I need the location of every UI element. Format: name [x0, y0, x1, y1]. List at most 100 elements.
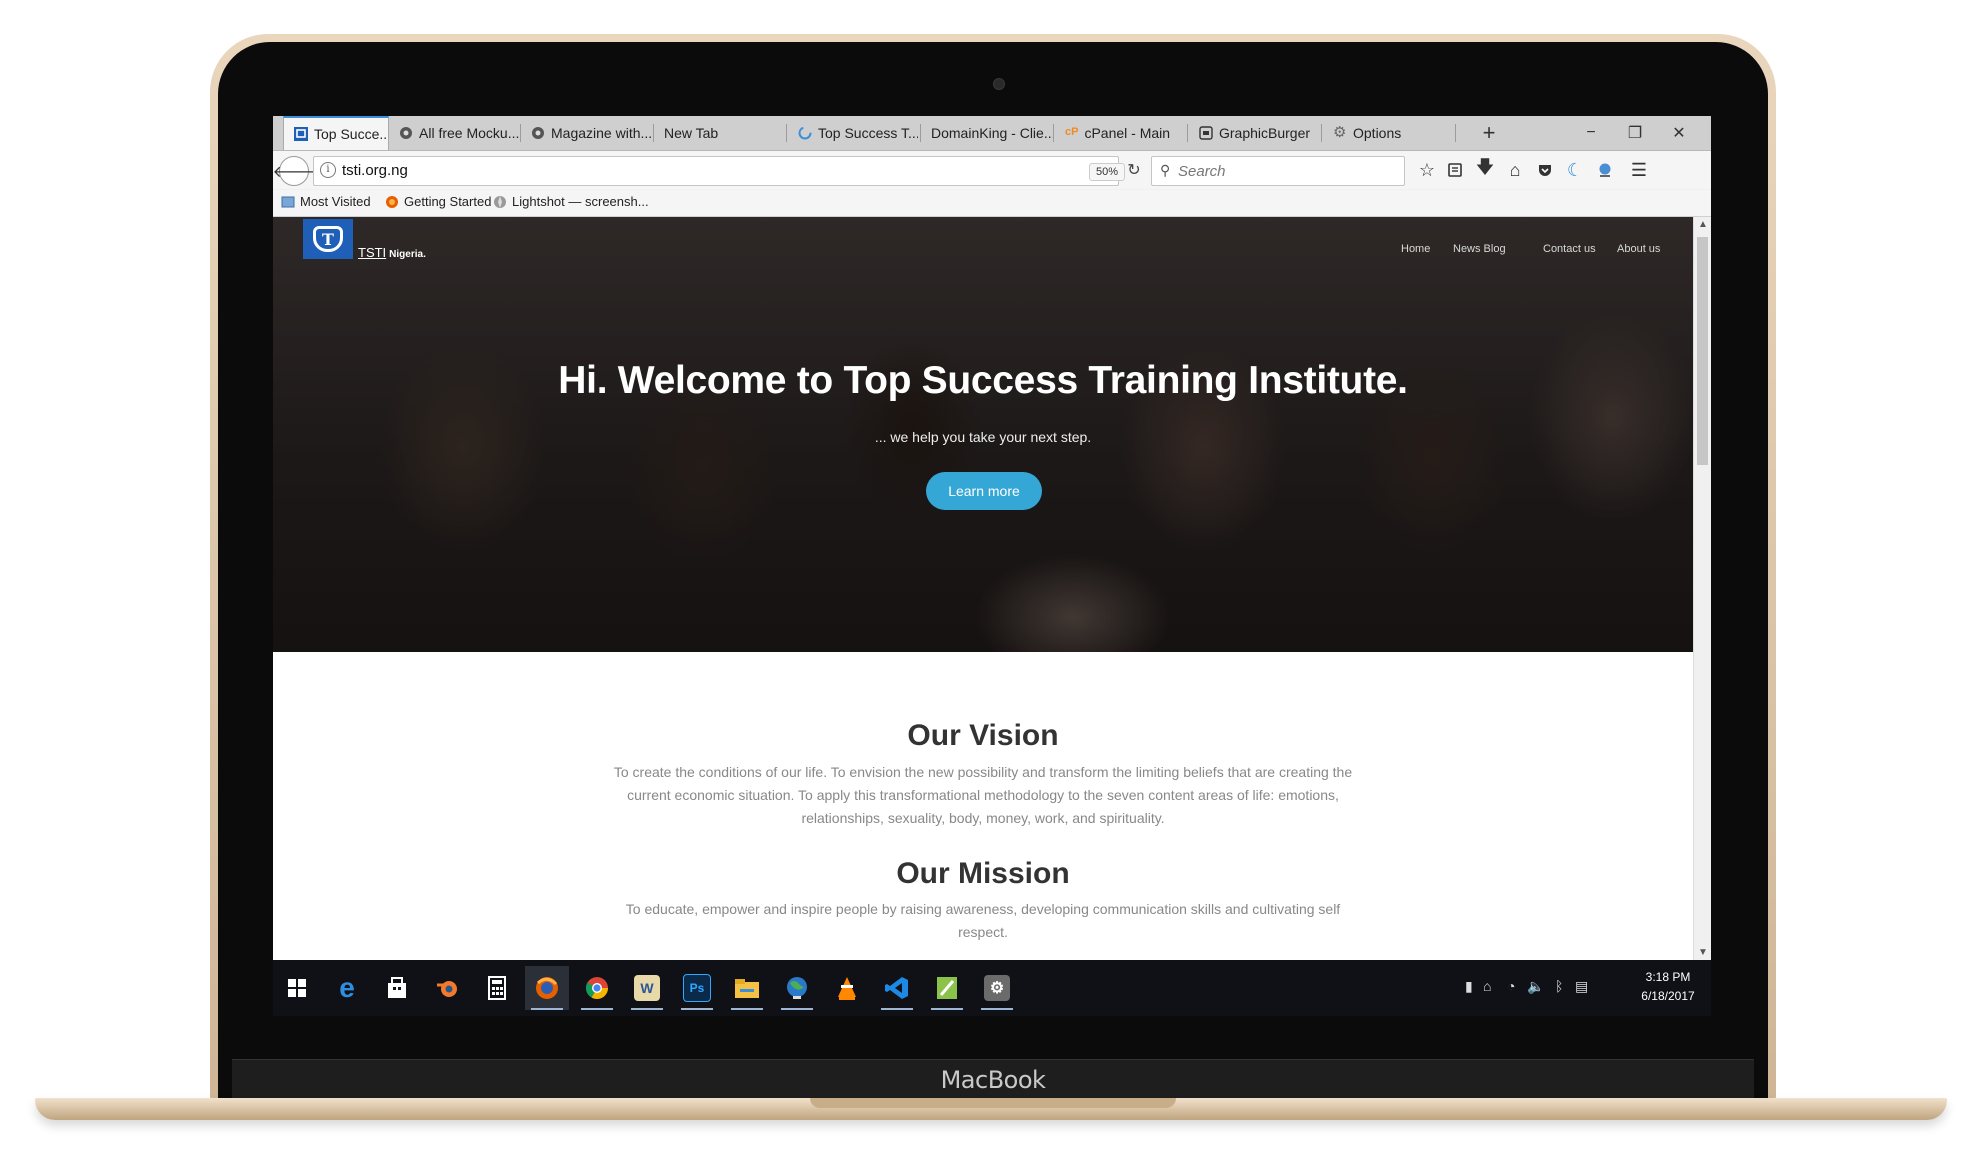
blender-app-icon[interactable]: [425, 966, 469, 1010]
hero-subtitle: ... we help you take your next step.: [874, 429, 1092, 445]
scroll-up-icon[interactable]: ▲: [1694, 219, 1711, 230]
tab-label: Top Success T...: [818, 125, 918, 141]
file-explorer-app-icon[interactable]: [725, 966, 769, 1010]
minimize-button[interactable]: −: [1569, 116, 1613, 150]
tab-top-success[interactable]: Top Succe... ✕: [283, 116, 389, 150]
tab-label: Top Succe...: [314, 126, 389, 142]
volume-icon[interactable]: 🔈: [1527, 978, 1544, 995]
visual-studio-app-icon[interactable]: [875, 966, 919, 1010]
laptop-notch: [810, 1098, 1176, 1108]
tab-separator: [786, 124, 787, 142]
tab-separator: [1053, 124, 1054, 142]
scrollbar-thumb[interactable]: [1697, 237, 1708, 465]
bookmark-label: Most Visited: [300, 194, 371, 209]
scroll-down-icon[interactable]: ▼: [1694, 947, 1711, 958]
tab-label: cPanel - Main: [1084, 125, 1171, 141]
bookmark-getting-started[interactable]: Getting Started: [385, 194, 491, 209]
tab-new-tab[interactable]: New Tab: [656, 116, 786, 150]
start-button[interactable]: [275, 966, 319, 1010]
gear-icon: ⚙: [1333, 124, 1347, 141]
vision-title: Our Vision: [907, 719, 1059, 752]
site-brand[interactable]: TSTI Nigeria.: [358, 245, 426, 260]
nav-home[interactable]: Home: [1401, 243, 1430, 255]
tab-top-success-loading[interactable]: Top Success T...: [788, 116, 918, 150]
earth-app-icon[interactable]: [775, 966, 819, 1010]
info-icon[interactable]: i: [320, 162, 336, 178]
word-app-icon[interactable]: W: [625, 966, 669, 1010]
action-center-icon[interactable]: ▤: [1575, 978, 1588, 995]
page-scrollbar[interactable]: ▲ ▼: [1693, 217, 1711, 960]
screen: Top Succe... ✕ All free Mocku... Magazin…: [273, 116, 1711, 1016]
reading-list-icon[interactable]: [1441, 156, 1469, 184]
chrome-favicon-icon: [531, 126, 545, 140]
tab-graphicburger[interactable]: GraphicBurger: [1189, 116, 1319, 150]
new-tab-button[interactable]: +: [1467, 116, 1511, 150]
download-icon[interactable]: 🡇: [1471, 156, 1499, 184]
hero-title: Hi. Welcome to Top Success Training Inst…: [558, 359, 1408, 402]
navigation-toolbar: 🡐 i tsti.org.ng 50% ↻ ⚲ Search ☆ 🡇 ⌂ ☾ ☰: [273, 151, 1711, 189]
tab-bar: Top Succe... ✕ All free Mocku... Magazin…: [273, 116, 1711, 151]
calculator-app-icon[interactable]: [475, 966, 519, 1010]
tab-label: DomainKing - Clie...: [931, 125, 1053, 141]
nav-contact-us[interactable]: Contact us: [1543, 243, 1596, 255]
back-button[interactable]: 🡐: [273, 156, 315, 186]
tab-magazine[interactable]: Magazine with...: [521, 116, 651, 150]
tab-separator: [1455, 124, 1456, 142]
pocket-icon[interactable]: [1531, 156, 1559, 184]
reload-icon: ↻: [1127, 162, 1141, 179]
notepad-plus-app-icon[interactable]: [925, 966, 969, 1010]
store-app-icon[interactable]: [375, 966, 419, 1010]
site-logo[interactable]: T: [303, 219, 353, 259]
laptop-chin: MacBook: [232, 1059, 1754, 1100]
bookmark-star-icon[interactable]: ☆: [1413, 156, 1441, 184]
extension-globe-icon[interactable]: [1591, 156, 1619, 184]
home-icon[interactable]: ⌂: [1501, 156, 1529, 184]
menu-icon[interactable]: ☰: [1625, 156, 1653, 184]
settings-app-icon[interactable]: ⚙: [975, 966, 1019, 1010]
search-input[interactable]: ⚲ Search: [1151, 156, 1405, 186]
url-text[interactable]: tsti.org.ng: [342, 162, 408, 179]
mission-text: To educate, empower and inspire people b…: [625, 901, 1341, 940]
nav-about-us[interactable]: About us: [1617, 243, 1660, 255]
bookmark-lightshot[interactable]: Lightshot — screensh...: [493, 194, 649, 209]
loading-spinner-icon: [798, 126, 812, 140]
battery-icon[interactable]: ▮: [1465, 978, 1473, 995]
nav-news-blog[interactable]: News Blog: [1453, 243, 1506, 255]
web-page: T TSTI Nigeria. Home News Blog Contact us…: [273, 217, 1693, 960]
tab-label: New Tab: [664, 125, 719, 141]
bookmark-label: Getting Started: [404, 194, 492, 209]
tab-label: Options: [1353, 125, 1402, 141]
chrome-app-icon[interactable]: [575, 966, 619, 1010]
tab-label: GraphicBurger: [1219, 125, 1311, 141]
back-arrow-icon: 🡐: [273, 163, 316, 181]
url-bar[interactable]: i tsti.org.ng 50%: [313, 156, 1126, 186]
reload-button[interactable]: ↻: [1121, 156, 1147, 184]
bookmark-folder-icon: [281, 195, 295, 209]
bookmark-most-visited[interactable]: Most Visited: [281, 194, 371, 209]
tab-options[interactable]: ⚙ Options: [1323, 116, 1453, 150]
tab-label: Magazine with...: [551, 125, 651, 141]
learn-more-button[interactable]: Learn more: [926, 472, 1042, 510]
tsti-favicon-icon: [294, 127, 308, 141]
brand-name: TSTI: [358, 245, 387, 260]
search-icon: ⚲: [1160, 162, 1171, 178]
extension-moon-icon[interactable]: ☾: [1561, 156, 1589, 184]
bluetooth-icon[interactable]: ᛒ: [1555, 978, 1563, 994]
wifi-icon[interactable]: ◔: [1507, 978, 1515, 994]
hero-section: T TSTI Nigeria. Home News Blog Contact us…: [273, 217, 1693, 652]
photoshop-app-icon[interactable]: Ps: [675, 966, 719, 1010]
restore-button[interactable]: ❐: [1613, 116, 1657, 150]
tab-domainking[interactable]: DomainKing - Clie...: [923, 116, 1053, 150]
clock-time: 3:18 PM: [1645, 970, 1691, 984]
firefox-app-icon[interactable]: [525, 966, 569, 1010]
vlc-app-icon[interactable]: [825, 966, 869, 1010]
zoom-indicator[interactable]: 50%: [1089, 163, 1126, 181]
tab-separator: [920, 124, 921, 142]
tab-mockups[interactable]: All free Mocku...: [389, 116, 519, 150]
windows-logo-icon: [288, 979, 306, 997]
tab-cpanel[interactable]: cP cPanel - Main: [1055, 116, 1185, 150]
people-icon[interactable]: ⌂: [1483, 978, 1491, 994]
taskbar-clock[interactable]: 3:18 PM 6/18/2017: [1633, 968, 1703, 1006]
edge-app-icon[interactable]: e: [325, 966, 369, 1010]
close-window-button[interactable]: ✕: [1657, 116, 1701, 150]
